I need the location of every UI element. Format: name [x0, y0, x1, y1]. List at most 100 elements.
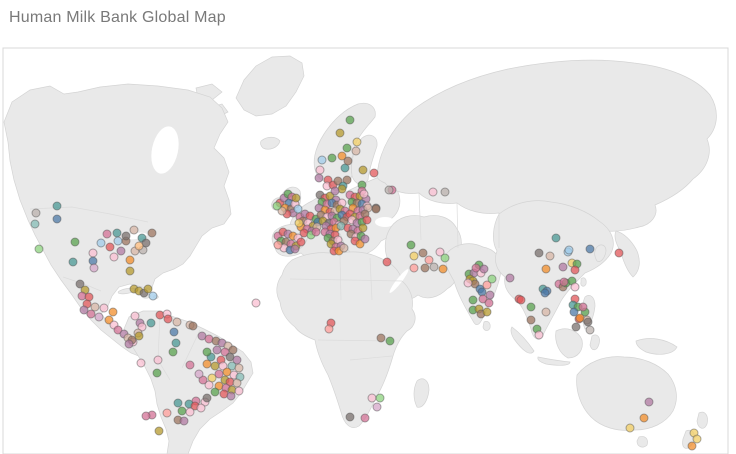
- milk-bank-dot[interactable]: [290, 244, 300, 254]
- milk-bank-dot[interactable]: [212, 345, 222, 355]
- milk-bank-dot[interactable]: [173, 398, 183, 408]
- milk-bank-dot[interactable]: [96, 238, 106, 248]
- milk-bank-dot[interactable]: [172, 317, 182, 327]
- milk-bank-dot[interactable]: [296, 237, 306, 247]
- milk-bank-dot[interactable]: [134, 331, 144, 341]
- milk-bank-dot[interactable]: [177, 406, 187, 416]
- milk-bank-dot[interactable]: [479, 264, 489, 274]
- milk-bank-dot[interactable]: [185, 360, 195, 370]
- milk-bank-dot[interactable]: [352, 137, 362, 147]
- milk-bank-dot[interactable]: [468, 295, 478, 305]
- milk-bank-dot[interactable]: [345, 412, 355, 422]
- milk-bank-dot[interactable]: [339, 243, 349, 253]
- milk-bank-dot[interactable]: [147, 228, 157, 238]
- milk-bank-dot[interactable]: [558, 262, 568, 272]
- milk-bank-dot[interactable]: [424, 255, 434, 265]
- milk-bank-dot[interactable]: [121, 231, 131, 241]
- milk-bank-dot[interactable]: [86, 309, 96, 319]
- milk-bank-dot[interactable]: [327, 153, 337, 163]
- milk-bank-dot[interactable]: [105, 242, 115, 252]
- milk-bank-dot[interactable]: [371, 204, 381, 214]
- milk-bank-dot[interactable]: [109, 252, 119, 262]
- milk-bank-dot[interactable]: [372, 402, 382, 412]
- milk-bank-dot[interactable]: [692, 434, 702, 444]
- milk-bank-dot[interactable]: [291, 193, 301, 203]
- milk-bank-dot[interactable]: [125, 266, 135, 276]
- milk-bank-dot[interactable]: [294, 218, 304, 228]
- milk-bank-dot[interactable]: [375, 393, 385, 403]
- milk-bank-dot[interactable]: [526, 302, 536, 312]
- milk-bank-dot[interactable]: [102, 229, 112, 239]
- milk-bank-dot[interactable]: [614, 248, 624, 258]
- milk-bank-dot[interactable]: [136, 358, 146, 368]
- milk-bank-dot[interactable]: [234, 386, 244, 396]
- milk-bank-dot[interactable]: [273, 240, 283, 250]
- milk-bank-dot[interactable]: [534, 330, 544, 340]
- milk-bank-dot[interactable]: [152, 368, 162, 378]
- milk-bank-dot[interactable]: [359, 189, 369, 199]
- milk-bank-dot[interactable]: [575, 313, 585, 323]
- milk-bank-dot[interactable]: [409, 263, 419, 273]
- milk-bank-dot[interactable]: [116, 246, 126, 256]
- milk-bank-dot[interactable]: [484, 298, 494, 308]
- milk-bank-dot[interactable]: [31, 208, 41, 218]
- milk-bank-dot[interactable]: [625, 423, 635, 433]
- milk-bank-dot[interactable]: [272, 201, 282, 211]
- milk-bank-dot[interactable]: [232, 378, 242, 388]
- milk-bank-dot[interactable]: [99, 303, 109, 313]
- milk-bank-dot[interactable]: [202, 347, 212, 357]
- milk-bank-dot[interactable]: [358, 165, 368, 175]
- milk-bank-dot[interactable]: [482, 307, 492, 317]
- milk-bank-dot[interactable]: [162, 408, 172, 418]
- milk-bank-dot[interactable]: [644, 397, 654, 407]
- milk-bank-dot[interactable]: [314, 173, 324, 183]
- milk-bank-dot[interactable]: [569, 307, 579, 317]
- milk-bank-dot[interactable]: [526, 315, 536, 325]
- milk-bank-dot[interactable]: [130, 311, 140, 321]
- milk-bank-dot[interactable]: [559, 277, 569, 287]
- milk-bank-dot[interactable]: [376, 333, 386, 343]
- milk-bank-dot[interactable]: [68, 257, 78, 267]
- milk-bank-dot[interactable]: [171, 338, 181, 348]
- milk-bank-dot[interactable]: [342, 143, 352, 153]
- milk-bank-dot[interactable]: [440, 187, 450, 197]
- milk-bank-dot[interactable]: [564, 245, 574, 255]
- milk-bank-dot[interactable]: [324, 324, 334, 334]
- milk-bank-dot[interactable]: [163, 314, 173, 324]
- milk-bank-dot[interactable]: [124, 339, 134, 349]
- milk-bank-dot[interactable]: [545, 251, 555, 261]
- map-panel[interactable]: [0, 0, 736, 454]
- milk-bank-dot[interactable]: [311, 227, 321, 237]
- milk-bank-dot[interactable]: [251, 298, 261, 308]
- milk-bank-dot[interactable]: [345, 115, 355, 125]
- milk-bank-dot[interactable]: [440, 253, 450, 263]
- milk-bank-dot[interactable]: [148, 291, 158, 301]
- milk-bank-dot[interactable]: [210, 361, 220, 371]
- milk-bank-dot[interactable]: [196, 403, 206, 413]
- milk-bank-dot[interactable]: [30, 219, 40, 229]
- milk-bank-dot[interactable]: [428, 187, 438, 197]
- milk-bank-dot[interactable]: [330, 186, 340, 196]
- milk-bank-dot[interactable]: [360, 413, 370, 423]
- world-map[interactable]: [0, 0, 736, 454]
- milk-bank-dot[interactable]: [463, 278, 473, 288]
- milk-bank-dot[interactable]: [89, 263, 99, 273]
- milk-bank-dot[interactable]: [570, 282, 580, 292]
- milk-bank-dot[interactable]: [639, 413, 649, 423]
- milk-bank-dot[interactable]: [88, 248, 98, 258]
- milk-bank-dot[interactable]: [385, 336, 395, 346]
- milk-bank-dot[interactable]: [194, 369, 204, 379]
- milk-bank-dot[interactable]: [210, 387, 220, 397]
- milk-bank-dot[interactable]: [317, 155, 327, 165]
- milk-bank-dot[interactable]: [505, 273, 515, 283]
- milk-bank-dot[interactable]: [234, 363, 244, 373]
- milk-bank-dot[interactable]: [409, 251, 419, 261]
- milk-bank-dot[interactable]: [112, 228, 122, 238]
- milk-bank-dot[interactable]: [384, 185, 394, 195]
- milk-bank-dot[interactable]: [551, 233, 561, 243]
- milk-bank-dot[interactable]: [585, 244, 595, 254]
- milk-bank-dot[interactable]: [169, 327, 179, 337]
- milk-bank-dot[interactable]: [583, 317, 593, 327]
- milk-bank-dot[interactable]: [358, 223, 368, 233]
- milk-bank-dot[interactable]: [351, 146, 361, 156]
